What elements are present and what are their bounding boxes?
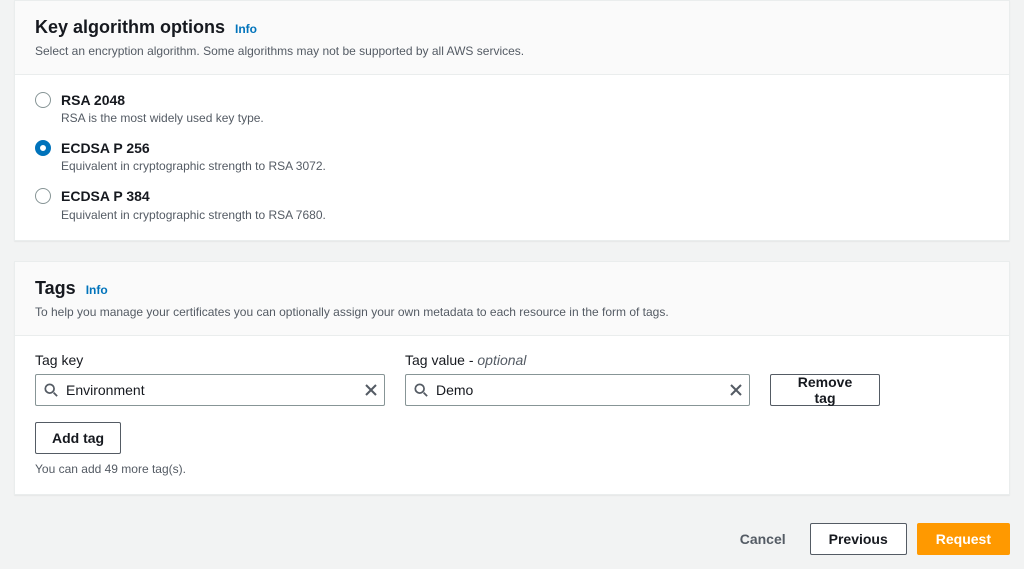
tags-description: To help you manage your certificates you…: [35, 303, 989, 321]
cancel-button[interactable]: Cancel: [726, 525, 800, 553]
radio-label: RSA 2048: [61, 91, 264, 109]
tag-row: Tag key Tag value - optional: [35, 352, 989, 406]
tags-panel: Tags Info To help you manage your certif…: [14, 261, 1010, 495]
clear-tag-value-button[interactable]: [723, 375, 749, 405]
tags-body: Tag key Tag value - optional: [15, 336, 1009, 494]
radio-icon: [35, 140, 51, 156]
search-icon: [44, 383, 58, 397]
tag-value-input[interactable]: [428, 376, 723, 404]
add-tag-button[interactable]: Add tag: [35, 422, 121, 454]
tag-value-input-wrap[interactable]: [405, 374, 750, 406]
close-icon: [365, 384, 377, 396]
key-algorithm-title: Key algorithm options: [35, 17, 225, 38]
key-algorithm-panel: Key algorithm options Info Select an enc…: [14, 0, 1010, 241]
remove-tag-button[interactable]: Remove tag: [770, 374, 880, 406]
radio-rsa-2048[interactable]: RSA 2048 RSA is the most widely used key…: [35, 91, 989, 125]
tag-key-input[interactable]: [58, 376, 358, 404]
footer-actions: Cancel Previous Request: [0, 515, 1024, 569]
key-algorithm-body: RSA 2048 RSA is the most widely used key…: [15, 75, 1009, 240]
tag-key-input-wrap[interactable]: [35, 374, 385, 406]
radio-sublabel: Equivalent in cryptographic strength to …: [61, 159, 326, 173]
radio-ecdsa-p384[interactable]: ECDSA P 384 Equivalent in cryptographic …: [35, 187, 989, 221]
tag-value-column: Tag value - optional: [405, 352, 750, 406]
key-algorithm-header: Key algorithm options Info Select an enc…: [15, 1, 1009, 75]
radio-icon: [35, 92, 51, 108]
tag-value-label: Tag value - optional: [405, 352, 750, 368]
key-algorithm-info-link[interactable]: Info: [235, 22, 257, 36]
key-algorithm-description: Select an encryption algorithm. Some alg…: [35, 42, 989, 60]
tags-header: Tags Info To help you manage your certif…: [15, 262, 1009, 336]
tags-help-text: You can add 49 more tag(s).: [35, 462, 989, 476]
tag-key-column: Tag key: [35, 352, 385, 406]
tag-key-label: Tag key: [35, 352, 385, 368]
radio-label: ECDSA P 256: [61, 139, 326, 157]
close-icon: [730, 384, 742, 396]
tags-title: Tags: [35, 278, 76, 299]
request-button[interactable]: Request: [917, 523, 1010, 555]
radio-label: ECDSA P 384: [61, 187, 326, 205]
previous-button[interactable]: Previous: [810, 523, 907, 555]
radio-sublabel: Equivalent in cryptographic strength to …: [61, 208, 326, 222]
radio-icon: [35, 188, 51, 204]
tags-info-link[interactable]: Info: [86, 283, 108, 297]
radio-ecdsa-p256[interactable]: ECDSA P 256 Equivalent in cryptographic …: [35, 139, 989, 173]
clear-tag-key-button[interactable]: [358, 375, 384, 405]
search-icon: [414, 383, 428, 397]
radio-sublabel: RSA is the most widely used key type.: [61, 111, 264, 125]
